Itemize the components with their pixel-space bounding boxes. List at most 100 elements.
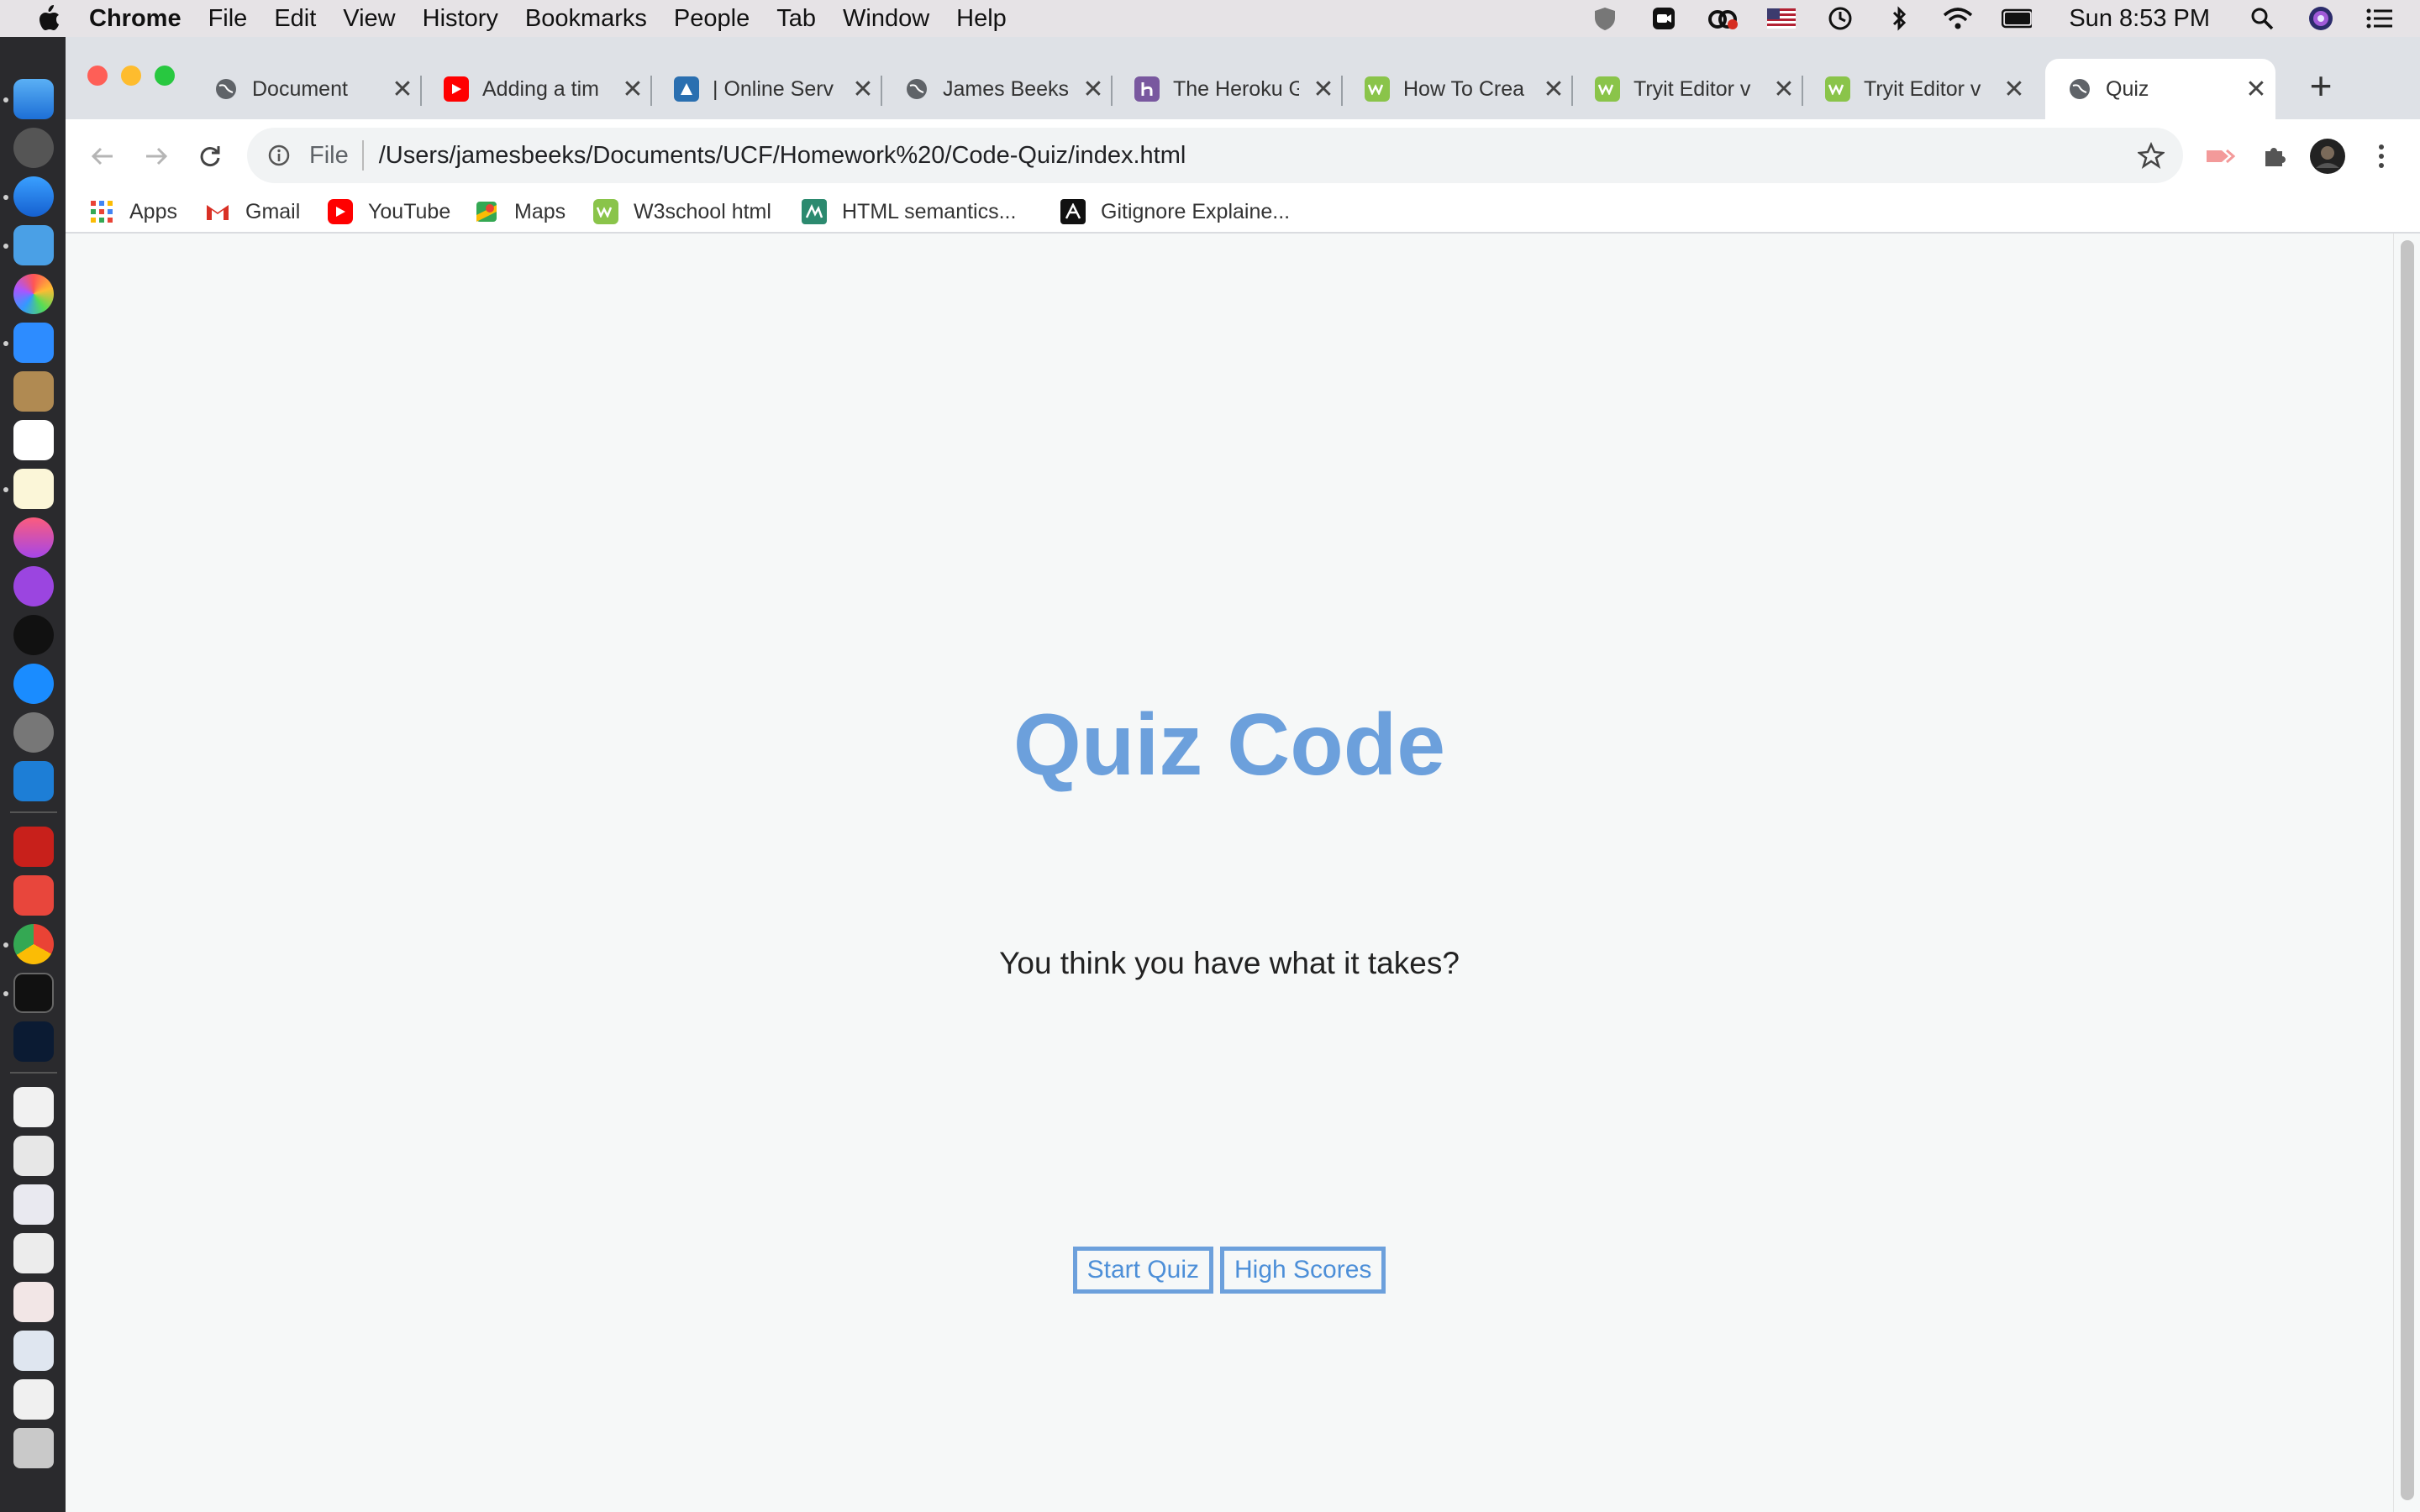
documents-stack-icon[interactable] xyxy=(13,1379,54,1420)
recent-file-icon[interactable] xyxy=(13,1136,54,1176)
minimize-window-button[interactable] xyxy=(121,66,141,86)
bookmark-gitignore[interactable]: Gitignore Explaine... xyxy=(1060,193,1290,230)
apple-tv-icon[interactable] xyxy=(13,615,54,655)
tab-tryit-editor-2[interactable]: Tryit Editor v ✕ xyxy=(1803,59,2033,119)
recent-file-icon[interactable] xyxy=(13,1184,54,1225)
creative-cloud-icon[interactable] xyxy=(1707,6,1739,31)
tab-close-icon[interactable]: ✕ xyxy=(850,76,876,103)
scrollbar-thumb[interactable] xyxy=(2401,240,2414,1500)
calendar-icon[interactable] xyxy=(13,420,54,460)
app-menu-chrome[interactable]: Chrome xyxy=(89,5,182,33)
app-store-icon[interactable] xyxy=(13,664,54,704)
recent-file-icon[interactable] xyxy=(13,1282,54,1322)
menu-people[interactable]: People xyxy=(674,5,750,33)
terminal-icon[interactable] xyxy=(13,973,54,1013)
page-scrollbar[interactable] xyxy=(2393,234,2420,1512)
system-preferences-icon[interactable] xyxy=(13,712,54,753)
safari-icon[interactable] xyxy=(13,176,54,217)
tab-strip: Document ✕ Adding a tim ✕ | Online Serv … xyxy=(66,37,2420,119)
contacts-icon[interactable] xyxy=(13,371,54,412)
back-arrow-icon[interactable] xyxy=(82,136,123,176)
menu-history[interactable]: History xyxy=(423,5,498,33)
notification-center-icon[interactable] xyxy=(2365,6,2395,31)
bookmark-label: Gmail xyxy=(245,199,301,223)
podcasts-icon[interactable] xyxy=(13,566,54,606)
tab-tryit-editor-1[interactable]: Tryit Editor v ✕ xyxy=(1573,59,1803,119)
bookmark-star-icon[interactable] xyxy=(2134,139,2168,172)
wifi-icon[interactable] xyxy=(1943,6,1973,31)
reload-icon[interactable] xyxy=(190,136,230,176)
mdn-icon xyxy=(802,199,827,224)
tab-close-icon[interactable]: ✕ xyxy=(2244,76,2269,103)
vpn-shield-icon[interactable] xyxy=(1590,6,1620,31)
menu-tab[interactable]: Tab xyxy=(776,5,816,33)
bookmark-gmail[interactable]: Gmail xyxy=(205,193,300,230)
close-window-button[interactable] xyxy=(87,66,108,86)
screencast-extension-icon[interactable] xyxy=(2200,136,2240,176)
menu-file[interactable]: File xyxy=(208,5,248,33)
time-machine-icon[interactable] xyxy=(1825,6,1855,31)
zoom-app-icon[interactable] xyxy=(13,323,54,363)
recent-file-icon[interactable] xyxy=(13,1233,54,1273)
bookmark-w3school-html[interactable]: W3school html xyxy=(593,193,771,230)
menu-bookmarks[interactable]: Bookmarks xyxy=(525,5,647,33)
menu-view[interactable]: View xyxy=(343,5,395,33)
zoom-icon[interactable] xyxy=(1649,6,1679,31)
vscode-icon[interactable] xyxy=(13,761,54,801)
siri-icon[interactable] xyxy=(2306,6,2336,31)
us-flag-icon[interactable] xyxy=(1766,6,1797,31)
bluetooth-icon[interactable] xyxy=(1884,6,1914,31)
start-quiz-button[interactable]: Start Quiz xyxy=(1072,1247,1213,1294)
site-info-icon[interactable] xyxy=(264,140,294,171)
chrome-icon[interactable] xyxy=(13,924,54,964)
trash-icon[interactable] xyxy=(13,1428,54,1468)
chrome-menu-kebab-icon[interactable] xyxy=(2361,136,2402,176)
menu-help[interactable]: Help xyxy=(956,5,1007,33)
extensions-puzzle-icon[interactable] xyxy=(2254,136,2294,176)
tab-close-icon[interactable]: ✕ xyxy=(1541,76,1566,103)
launchpad-icon[interactable] xyxy=(13,128,54,168)
document-icon[interactable] xyxy=(13,1087,54,1127)
tab-close-icon[interactable]: ✕ xyxy=(1771,76,1797,103)
notes-icon[interactable] xyxy=(13,469,54,509)
tab-document[interactable]: Document ✕ xyxy=(192,59,422,119)
brave-icon[interactable] xyxy=(13,875,54,916)
menubar-clock[interactable]: Sun 8:53 PM xyxy=(2069,5,2210,33)
bookmark-html-semantics[interactable]: HTML semantics... xyxy=(802,193,1016,230)
address-bar[interactable]: File /Users/jamesbeeks/Documents/UCF/Hom… xyxy=(247,128,2183,183)
tab-close-icon[interactable]: ✕ xyxy=(1311,76,1336,103)
bookmark-label: Gitignore Explaine... xyxy=(1101,199,1291,223)
profile-avatar[interactable] xyxy=(2307,136,2348,176)
downloads-stack-icon[interactable] xyxy=(13,1331,54,1371)
tab-close-icon[interactable]: ✕ xyxy=(390,76,415,103)
bookmark-youtube[interactable]: YouTube xyxy=(328,193,450,230)
tab-online-services[interactable]: | Online Serv ✕ xyxy=(652,59,882,119)
bookmark-maps[interactable]: Maps xyxy=(474,193,566,230)
forward-arrow-icon[interactable] xyxy=(136,136,176,176)
battery-icon[interactable] xyxy=(2002,6,2033,31)
high-scores-button[interactable]: High Scores xyxy=(1219,1247,1386,1294)
tab-title: Document xyxy=(252,76,348,101)
tab-heroku[interactable]: The Heroku G ✕ xyxy=(1113,59,1343,119)
bookmark-apps[interactable]: Apps xyxy=(89,193,177,230)
menu-window[interactable]: Window xyxy=(843,5,929,33)
tab-close-icon[interactable]: ✕ xyxy=(2002,76,2027,103)
tab-james-beeks[interactable]: James Beeks ✕ xyxy=(882,59,1113,119)
zoom-window-button[interactable] xyxy=(155,66,175,86)
tab-close-icon[interactable]: ✕ xyxy=(620,76,645,103)
spotlight-search-icon[interactable] xyxy=(2247,6,2277,31)
tab-how-to-create[interactable]: How To Crea ✕ xyxy=(1343,59,1573,119)
tab-close-icon[interactable]: ✕ xyxy=(1081,76,1106,103)
music-icon[interactable] xyxy=(13,517,54,558)
tab-quiz[interactable]: Quiz ✕ xyxy=(2045,59,2275,119)
menu-edit[interactable]: Edit xyxy=(274,5,316,33)
apple-menu-icon[interactable] xyxy=(25,0,72,37)
photoshop-icon[interactable] xyxy=(13,1021,54,1062)
finder-icon[interactable] xyxy=(13,79,54,119)
acrobat-icon[interactable] xyxy=(13,827,54,867)
url-text[interactable]: /Users/jamesbeeks/Documents/UCF/Homework… xyxy=(379,142,1186,170)
photos-icon[interactable] xyxy=(13,274,54,314)
tab-youtube[interactable]: Adding a tim ✕ xyxy=(422,59,652,119)
new-tab-plus-icon[interactable]: + xyxy=(2297,62,2344,109)
preview-icon[interactable] xyxy=(13,225,54,265)
